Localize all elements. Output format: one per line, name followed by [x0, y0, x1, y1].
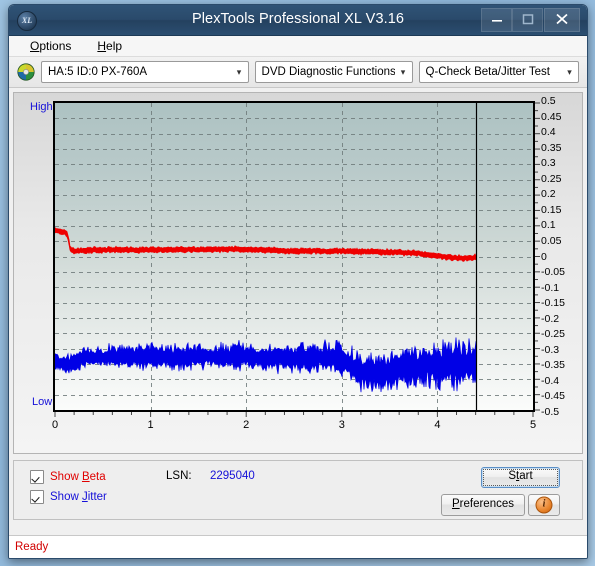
info-icon: i — [535, 496, 553, 514]
y-tick-label: 0.3 — [541, 157, 556, 170]
chevron-down-icon: ▾ — [400, 67, 406, 77]
drive-select[interactable]: HA:5 ID:0 PX-760A ▾ — [41, 61, 249, 83]
checkbox-icon[interactable] — [30, 470, 44, 484]
show-jitter-label: Show Jitter — [50, 491, 107, 503]
axis-high-label: High — [30, 101, 53, 113]
y-tick-label: -0.35 — [541, 359, 565, 372]
menu-bar: Options Help — [9, 36, 587, 57]
y-tick-label: 0.15 — [541, 203, 562, 216]
maximize-button[interactable] — [512, 8, 543, 32]
y-tick-label: -0.45 — [541, 390, 565, 403]
axis-low-label: Low — [32, 396, 53, 408]
test-select-value: Q-Check Beta/Jitter Test — [425, 66, 550, 78]
y-tick-label: -0.4 — [541, 374, 560, 387]
x-axis-tickmarks — [54, 412, 534, 417]
y-axis-tickmarks — [535, 102, 540, 411]
chevron-down-icon: ▾ — [236, 67, 242, 77]
show-jitter-checkbox[interactable]: Show Jitter — [30, 490, 107, 504]
close-icon — [556, 13, 568, 25]
x-tick-label: 3 — [338, 419, 345, 431]
y-tick-label: 0.1 — [541, 219, 556, 232]
show-beta-label: Show Beta — [50, 471, 106, 483]
show-beta-checkbox[interactable]: Show Beta — [30, 470, 106, 484]
x-tick-label: 1 — [147, 419, 154, 431]
focus-ring — [483, 469, 558, 486]
minimize-icon — [492, 20, 502, 22]
lsn-value: 2295040 — [210, 470, 255, 482]
function-select[interactable]: DVD Diagnostic Functions ▾ — [254, 61, 413, 83]
lsn-label: LSN: — [166, 470, 192, 482]
toolbar: HA:5 ID:0 PX-760A ▾ DVD Diagnostic Funct… — [9, 57, 587, 88]
checkbox-icon[interactable] — [30, 490, 44, 504]
y-tick-label: -0.1 — [541, 281, 560, 294]
application-window: XL PlexTools Professional XL V3.16 Optio… — [8, 4, 588, 559]
optical-disc-icon — [17, 63, 35, 81]
y-tick-label: -0.25 — [541, 328, 565, 341]
title-bar[interactable]: XL PlexTools Professional XL V3.16 — [9, 5, 587, 36]
start-button[interactable]: Start — [481, 467, 560, 488]
chart-panel: High Low 0.5 0.45 0.4 0.35 0.3 0.25 0.2 0.15 0.1… — [13, 92, 583, 454]
control-panel: Show Beta Show Jitter LSN: 2295040 Start… — [13, 460, 583, 520]
menu-item-options[interactable]: Options — [27, 38, 74, 54]
y-tick-label: 0.5 — [541, 95, 556, 107]
status-text: Ready — [15, 541, 49, 553]
y-tick-label: 0.35 — [541, 141, 562, 154]
y-tick-label: 0 — [541, 250, 547, 263]
function-select-value: DVD Diagnostic Functions — [261, 66, 395, 78]
chevron-down-icon: ▾ — [567, 67, 572, 77]
y-tick-label: 0.25 — [541, 172, 562, 185]
info-button[interactable]: i — [528, 494, 560, 516]
menu-item-help[interactable]: Help — [94, 38, 125, 54]
plot-svg — [55, 103, 533, 410]
minimize-button[interactable] — [481, 8, 512, 32]
status-bar: Ready — [9, 535, 587, 558]
y-tick-label: 0.05 — [541, 234, 562, 247]
plot-area[interactable] — [53, 101, 535, 412]
drive-select-value: HA:5 ID:0 PX-760A — [48, 66, 148, 78]
y-tick-label: 0.45 — [541, 110, 562, 123]
y-tick-label: 0.2 — [541, 188, 556, 201]
close-button[interactable] — [544, 8, 580, 32]
y-tick-label: -0.3 — [541, 343, 560, 356]
y-tick-label: 0.4 — [541, 126, 556, 139]
x-tick-label: 5 — [529, 419, 537, 431]
y-tick-label: -0.5 — [541, 406, 560, 418]
x-tick-label: 4 — [434, 419, 441, 431]
test-select[interactable]: Q-Check Beta/Jitter Test ▾ — [418, 61, 579, 83]
x-tick-label: 2 — [243, 419, 250, 431]
x-tick-label: 0 — [51, 419, 59, 431]
desktop-background: XL PlexTools Professional XL V3.16 Optio… — [0, 0, 595, 566]
maximize-icon — [522, 14, 534, 25]
preferences-button[interactable]: Preferences — [441, 494, 525, 516]
y-tick-label: -0.15 — [541, 297, 565, 310]
y-tick-label: -0.2 — [541, 312, 560, 325]
preferences-button-label: Preferences — [451, 498, 514, 510]
y-tick-label: -0.05 — [541, 266, 565, 279]
